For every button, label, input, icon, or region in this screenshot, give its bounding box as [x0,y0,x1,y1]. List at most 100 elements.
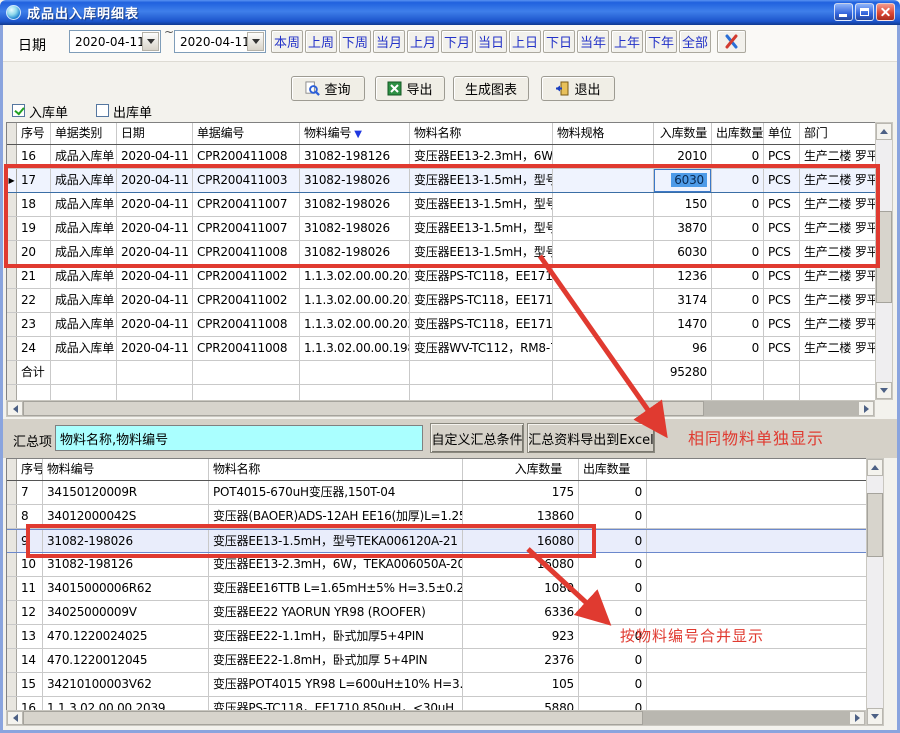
cell-doc[interactable]: CPR200411007 [193,193,300,216]
cell-no[interactable]: 12 [17,601,43,624]
cell-name[interactable]: 变压器PS-TC118，EE1710 [410,313,553,336]
cell-in_qty[interactable]: 1236 [654,265,712,288]
cell-dept[interactable]: 生产二楼 罗平 [800,337,875,360]
cell-in_qty[interactable]: 150 [654,193,712,216]
cell-no[interactable]: 21 [17,265,51,288]
cell-name[interactable]: 变压器WV-TC112，RM8-7 [410,337,553,360]
cell-out_qty[interactable]: 0 [579,577,647,600]
column-header-no[interactable]: 序号 [17,459,43,480]
cell-code[interactable]: 31082-198026 [300,217,410,240]
cell-name[interactable]: 变压器EE13-2.3mH，6W，TEKA006050A-20 [209,553,463,576]
column-header-code[interactable]: 物料编号▼ [300,123,410,144]
cell-out_qty[interactable]: 0 [712,193,764,216]
cell-no[interactable]: 10 [17,553,43,576]
cell-name[interactable]: POT4015-670uH变压器,150T-04 [209,481,463,504]
summary-fields-input[interactable] [55,425,423,451]
cell-type[interactable]: 成品入库单 [51,337,117,360]
cell-spec[interactable] [553,337,654,360]
close-button[interactable] [876,3,895,21]
cell-in_qty[interactable]: 16080 [463,553,579,576]
cell-type[interactable]: 成品入库单 [51,289,117,312]
cell-doc[interactable]: CPR200411008 [193,337,300,360]
maximize-button[interactable] [855,3,874,21]
cell-spec[interactable] [553,313,654,336]
cell-name[interactable]: 变压器EE13-1.5mH，型号TEKA006120A-21 [209,530,463,552]
cell-date[interactable]: 2020-04-11 [117,217,193,240]
cell-no[interactable]: 23 [17,313,51,336]
cell-out_qty[interactable]: 0 [579,505,647,528]
minimize-button[interactable] [834,3,853,21]
cell-dept[interactable]: 生产二楼 罗平 [800,193,875,216]
row-indicator[interactable] [7,145,17,168]
export-button[interactable]: 导出 [375,76,445,101]
cell-code[interactable]: 31082-198026 [300,193,410,216]
cell-name[interactable]: 变压器POT4015 YR98 L=600uH±10% H=3.0±0.2mm … [209,673,463,696]
cell-out_qty[interactable]: 0 [712,145,764,168]
cell-in_qty[interactable]: 6336 [463,601,579,624]
cell-unit[interactable]: PCS [764,145,800,168]
row-indicator[interactable] [7,265,17,288]
cell-code[interactable]: 1.1.3.02.00.00.1989 [300,337,410,360]
cell-out_qty[interactable]: 0 [712,217,764,240]
cell-date[interactable]: 2020-04-11 [117,313,193,336]
cell-out_qty[interactable]: 0 [579,673,647,696]
exit-button[interactable]: 退出 [541,76,615,101]
cell-doc[interactable]: CPR200411007 [193,217,300,240]
cell-in_qty[interactable]: 1080 [463,577,579,600]
dropdown-arrow-icon[interactable] [142,32,159,51]
cell-code[interactable]: 34210100003V62 [43,673,209,696]
cell-unit[interactable]: PCS [764,241,800,264]
cell-dept[interactable]: 生产二楼 罗平 [800,217,875,240]
quick-filter-button-8[interactable]: 上日 [509,30,541,53]
cell-in_qty[interactable]: 2376 [463,649,579,672]
quick-filter-button-4[interactable]: 当月 [373,30,405,53]
row-indicator[interactable] [7,241,17,264]
cell-code[interactable]: 34025000009V [43,601,209,624]
cell-name[interactable]: 变压器EE13-2.3mH，6W， [410,145,553,168]
scroll-up-button[interactable] [867,459,883,476]
column-header-code[interactable]: 物料编号 [43,459,209,480]
cell-out_qty[interactable]: 0 [712,265,764,288]
cell-doc[interactable]: CPR200411008 [193,241,300,264]
column-header-spec[interactable]: 物料规格 [553,123,654,144]
cell-name[interactable]: 变压器EE13-1.5mH，型号 [410,217,553,240]
scroll-down-button[interactable] [867,708,883,725]
column-header-out_qty[interactable]: 出库数量 [712,123,764,144]
cell-spec[interactable] [553,217,654,240]
dropdown-arrow-icon[interactable] [247,32,264,51]
cell-code[interactable]: 34015000006R62 [43,577,209,600]
quick-filter-button-5[interactable]: 上月 [407,30,439,53]
cell-date[interactable]: 2020-04-11 [117,289,193,312]
cell-code[interactable]: 470.1220012045 [43,649,209,672]
cell-out_qty[interactable]: 0 [579,601,647,624]
row-indicator[interactable] [7,481,17,504]
cell-spec[interactable] [553,145,654,168]
quick-filter-button-3[interactable]: 下周 [339,30,371,53]
date-tools-button[interactable] [717,30,746,53]
cell-name[interactable]: 变压器EE22-1.8mH，卧式加厚 5+4PIN [209,649,463,672]
cell-in_qty[interactable]: 5880 [463,697,579,710]
cell-name[interactable]: 变压器EE22 YAORUN YR98 (ROOFER) [209,601,463,624]
cell-date[interactable]: 2020-04-11 [117,241,193,264]
cell-spec[interactable] [553,169,654,192]
cell-out_qty[interactable]: 0 [579,553,647,576]
row-indicator[interactable]: ▶ [7,169,17,192]
cell-name[interactable]: 变压器EE22-1.1mH，卧式加厚5+4PIN [209,625,463,648]
cell-type[interactable]: 成品入库单 [51,169,117,192]
cell-code[interactable]: 31082-198126 [43,553,209,576]
cell-no[interactable]: 18 [17,193,51,216]
cell-no[interactable]: 11 [17,577,43,600]
cell-no[interactable]: 16 [17,145,51,168]
cell-type[interactable]: 成品入库单 [51,241,117,264]
scrollbar-thumb[interactable] [876,211,892,303]
cell-name[interactable]: 变压器(BAOER)ADS-12AH EE16(加厚)L=1.25 自动绕线 [209,505,463,528]
row-indicator[interactable] [7,649,17,672]
cell-no[interactable]: 24 [17,337,51,360]
cell-no[interactable]: 17 [17,169,51,192]
column-header-in_qty[interactable]: 入库数量 [463,459,579,480]
cell-code[interactable]: 1.1.3.02.00.00.2039 [300,313,410,336]
row-indicator[interactable] [7,217,17,240]
cell-date[interactable]: 2020-04-11 [117,193,193,216]
cell-code[interactable]: 34150120009R [43,481,209,504]
quick-filter-button-11[interactable]: 上年 [611,30,643,53]
